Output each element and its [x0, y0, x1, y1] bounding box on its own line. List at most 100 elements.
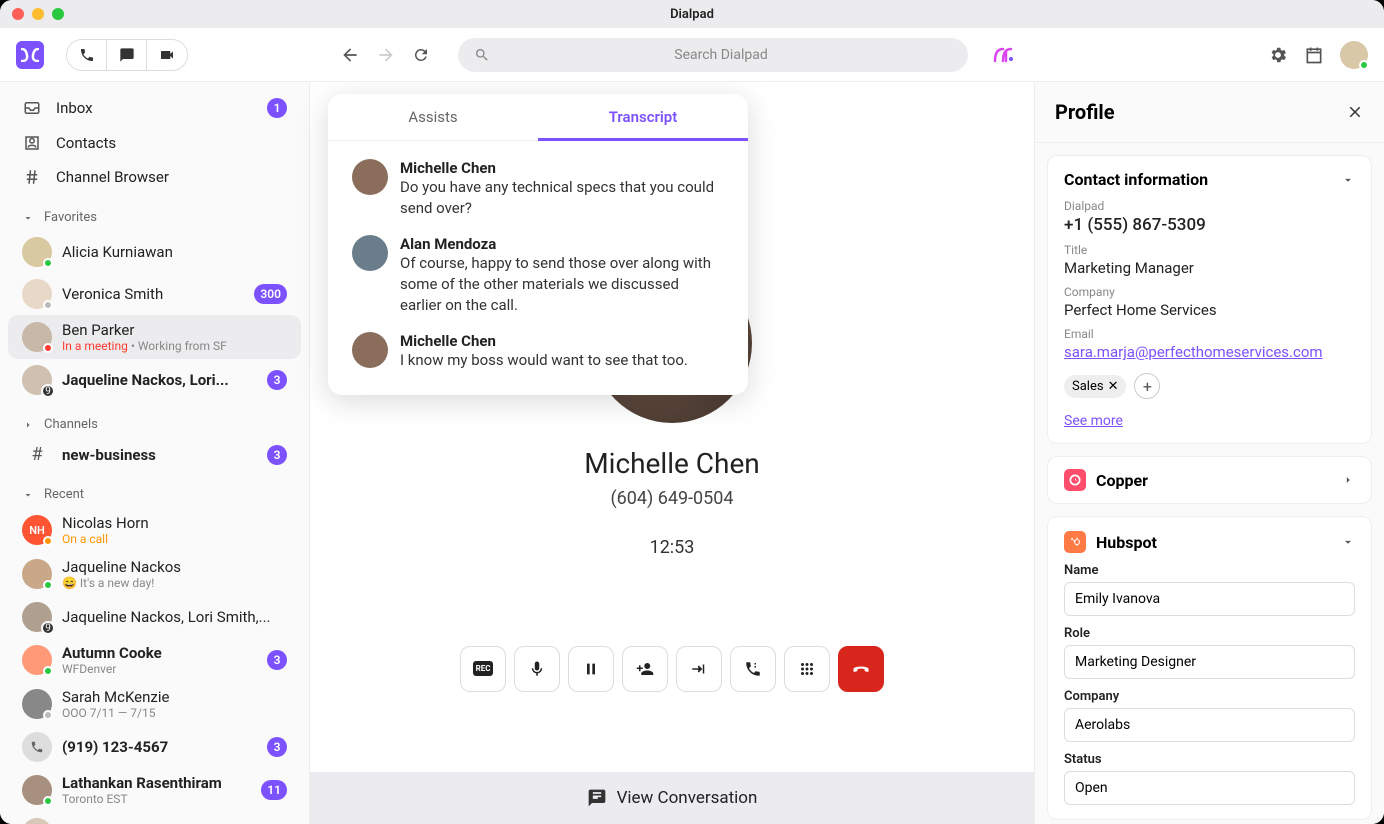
top-toolbar: Search Dialpad: [0, 28, 1384, 82]
add-participant-button[interactable]: [622, 646, 668, 692]
hubspot-header[interactable]: Hubspot: [1064, 531, 1355, 553]
transcript-message: Alan Mendoza Of course, happy to send th…: [352, 235, 724, 316]
favorite-group[interactable]: 9 Jaqueline Nackos, Lori... 3: [8, 359, 301, 401]
favorite-contact[interactable]: Alicia Kurniawan: [8, 231, 301, 273]
channel-item[interactable]: # new-business 3: [8, 438, 301, 471]
search-bar[interactable]: Search Dialpad: [458, 38, 968, 72]
recent-contact[interactable]: Autumn Cooke WFDenver 3: [8, 638, 301, 682]
see-more-link[interactable]: See more: [1064, 413, 1355, 429]
contact-avatar: NH: [22, 515, 52, 545]
status-indicator: [1359, 60, 1369, 70]
favorite-contact[interactable]: Veronica Smith 300: [8, 273, 301, 315]
transfer-button[interactable]: [676, 646, 722, 692]
contact-title: Marketing Manager: [1064, 259, 1355, 277]
recent-group[interactable]: 9 Jaqueline Nackos, Lori Smith,...: [8, 596, 301, 638]
profile-panel: Profile Contact information Dialpad +1 (…: [1034, 82, 1384, 824]
remove-tag-icon[interactable]: ✕: [1108, 379, 1119, 394]
search-placeholder: Search Dialpad: [490, 47, 952, 63]
video-mode-button[interactable]: [147, 40, 187, 70]
titlebar: Dialpad: [0, 0, 1384, 28]
profile-title: Profile: [1055, 100, 1115, 124]
hubspot-card: Hubspot Name Role Company Status: [1047, 516, 1372, 820]
app-window: Dialpad: [0, 0, 1384, 824]
channels-section-header[interactable]: Channels: [0, 401, 309, 438]
nav-label: Contacts: [56, 134, 116, 152]
maximize-window-button[interactable]: [52, 8, 64, 20]
inbox-icon: [22, 99, 42, 117]
unread-badge: 300: [254, 284, 287, 304]
recent-phone[interactable]: (919) 123-4567 3: [8, 726, 301, 768]
record-button[interactable]: REC: [460, 646, 506, 692]
recent-group[interactable]: 24 Bill Yackey, Sam Maliksi, J.P....: [8, 812, 301, 824]
view-conversation-button[interactable]: View Conversation: [310, 772, 1034, 824]
end-call-button[interactable]: [838, 646, 884, 692]
recent-contact[interactable]: Sarah McKenzie OOO 7/11 — 7/15: [8, 682, 301, 726]
ai-button[interactable]: [992, 46, 1014, 64]
contact-info-card: Contact information Dialpad +1 (555) 867…: [1047, 155, 1372, 444]
recent-contact[interactable]: Jaqueline Nackos 😄 It's a new day!: [8, 552, 301, 596]
mute-button[interactable]: [514, 646, 560, 692]
nav-label: Inbox: [56, 99, 93, 117]
hubspot-status-input[interactable]: [1064, 771, 1355, 805]
transcript-popup: Assists Transcript Michelle Chen Do you …: [328, 94, 748, 395]
chevron-right-icon: [1341, 473, 1355, 487]
sidebar: Inbox 1 Contacts Channel Browser Favorit…: [0, 82, 310, 824]
nav-label: Channel Browser: [56, 168, 169, 186]
contact-avatar: [22, 775, 52, 805]
contact-avatar: [22, 279, 52, 309]
tab-assists[interactable]: Assists: [328, 94, 538, 140]
contact-email[interactable]: sara.marja@perfecthomeservices.com: [1064, 343, 1355, 361]
close-profile-button[interactable]: [1346, 103, 1364, 121]
window-controls: [12, 8, 64, 20]
copper-header[interactable]: Copper: [1064, 469, 1355, 491]
hubspot-name-input[interactable]: [1064, 582, 1355, 616]
phone-avatar: [22, 732, 52, 762]
forward-button[interactable]: [376, 45, 396, 65]
nav-inbox[interactable]: Inbox 1: [0, 90, 309, 126]
inbox-badge: 1: [267, 98, 287, 118]
transcript-message: Michelle Chen I know my boss would want …: [352, 332, 724, 371]
user-avatar[interactable]: [1340, 41, 1368, 69]
dialpad-button[interactable]: [784, 646, 830, 692]
caller-name: Michelle Chen: [584, 447, 760, 480]
chevron-down-icon: [22, 212, 34, 224]
favorites-section-header[interactable]: Favorites: [0, 194, 309, 231]
transcript-body: Michelle Chen Do you have any technical …: [328, 141, 748, 395]
comm-toggle-group: [66, 39, 188, 71]
hubspot-company-input[interactable]: [1064, 708, 1355, 742]
chat-icon: [587, 788, 607, 808]
window-title: Dialpad: [670, 7, 714, 22]
back-button[interactable]: [340, 45, 360, 65]
close-window-button[interactable]: [12, 8, 24, 20]
minimize-window-button[interactable]: [32, 8, 44, 20]
contact-avatar: [22, 322, 52, 352]
hold-button[interactable]: [568, 646, 614, 692]
unread-badge: 3: [267, 445, 287, 465]
contacts-icon: [22, 134, 42, 152]
park-call-button[interactable]: [730, 646, 776, 692]
call-timer: 12:53: [650, 537, 695, 558]
transcript-message: Michelle Chen Do you have any technical …: [352, 159, 724, 219]
recent-contact[interactable]: NH Nicolas Horn On a call: [8, 508, 301, 552]
nav-contacts[interactable]: Contacts: [0, 126, 309, 160]
calendar-button[interactable]: [1304, 45, 1324, 65]
chevron-down-icon: [1341, 173, 1355, 187]
call-mode-button[interactable]: [67, 40, 107, 70]
hubspot-role-input[interactable]: [1064, 645, 1355, 679]
add-tag-button[interactable]: +: [1134, 373, 1160, 399]
caller-phone: (604) 649-0504: [610, 488, 733, 509]
recent-section-header[interactable]: Recent: [0, 471, 309, 508]
contact-avatar: 24: [22, 818, 52, 824]
contact-avatar: 9: [22, 365, 52, 395]
settings-button[interactable]: [1268, 45, 1288, 65]
message-mode-button[interactable]: [107, 40, 147, 70]
nav-channel-browser[interactable]: Channel Browser: [0, 160, 309, 194]
tab-transcript[interactable]: Transcript: [538, 94, 748, 140]
favorite-contact-selected[interactable]: Ben Parker In a meeting • Working from S…: [8, 315, 301, 359]
contact-info-header[interactable]: Contact information: [1064, 170, 1355, 189]
recent-contact[interactable]: Lathankan Rasenthiram Toronto EST 11: [8, 768, 301, 812]
refresh-button[interactable]: [412, 46, 430, 64]
app-logo[interactable]: [16, 41, 44, 69]
tag-chip[interactable]: Sales ✕: [1064, 375, 1126, 398]
copper-card: Copper: [1047, 456, 1372, 504]
